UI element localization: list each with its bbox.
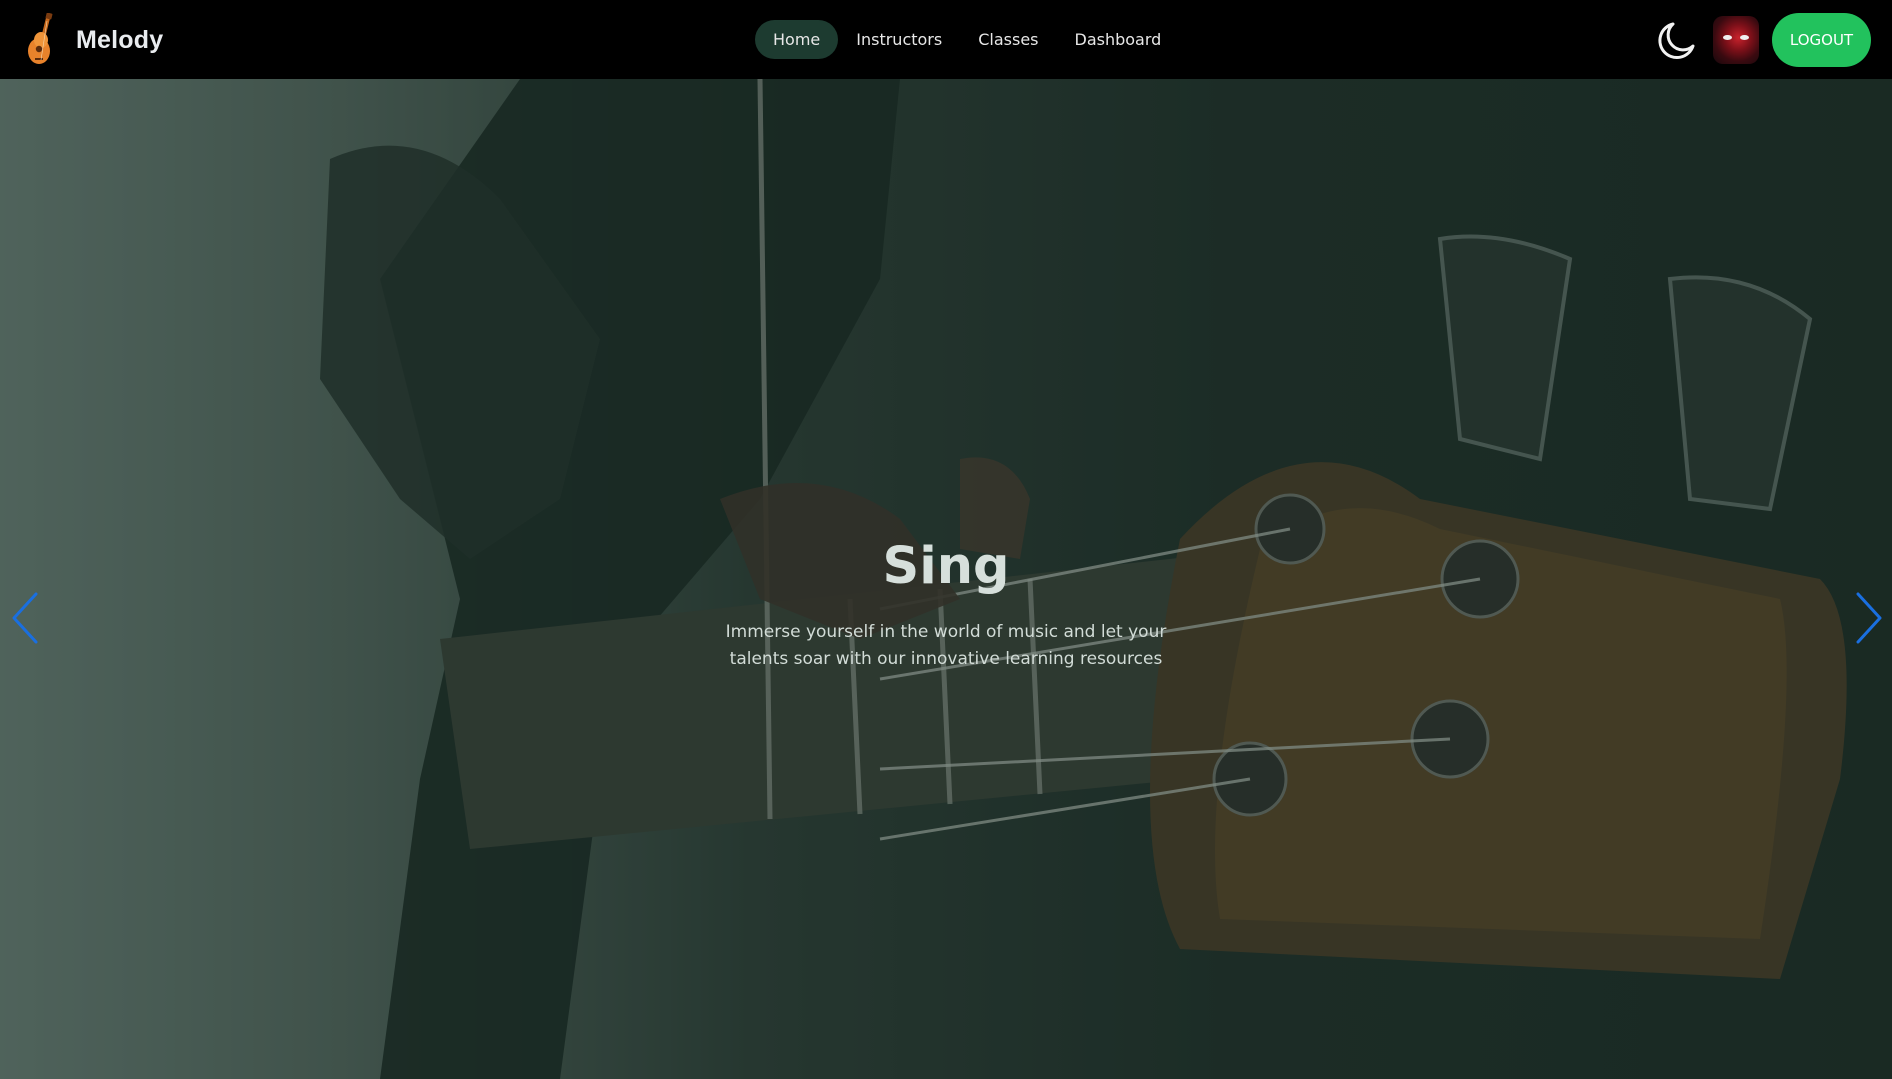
nav-dashboard[interactable]: Dashboard — [1057, 20, 1180, 59]
chevron-left-icon — [12, 592, 38, 644]
nav-instructors[interactable]: Instructors — [838, 20, 960, 59]
user-avatar[interactable] — [1713, 16, 1759, 64]
nav-classes[interactable]: Classes — [960, 20, 1056, 59]
nav-home[interactable]: Home — [755, 19, 839, 59]
hero-carousel: Sing Immerse yourself in the world of mu… — [0, 79, 1892, 1079]
nav-actions: LOGOUT — [1655, 13, 1871, 67]
carousel-prev-button[interactable] — [10, 590, 42, 646]
main-nav: Home Instructors Classes Dashboard — [755, 19, 1179, 59]
brand-name: Melody — [76, 25, 164, 54]
avatar-eye-left — [1723, 35, 1732, 40]
chevron-right-icon — [1856, 592, 1882, 644]
guitar-icon — [28, 13, 53, 64]
navbar: Melody Home Instructors Classes Dashboar… — [0, 0, 1892, 79]
moon-icon[interactable] — [1655, 18, 1699, 62]
hero-subtitle: Immerse yourself in the world of music a… — [725, 622, 1167, 670]
avatar-eye-right — [1740, 35, 1749, 40]
logout-button[interactable]: LOGOUT — [1772, 13, 1871, 67]
hero-caption: Sing Immerse yourself in the world of mu… — [646, 537, 1246, 673]
hero-title: Sing — [882, 537, 1010, 596]
brand[interactable]: Melody — [24, 13, 164, 64]
carousel-next-button[interactable] — [1852, 590, 1884, 646]
